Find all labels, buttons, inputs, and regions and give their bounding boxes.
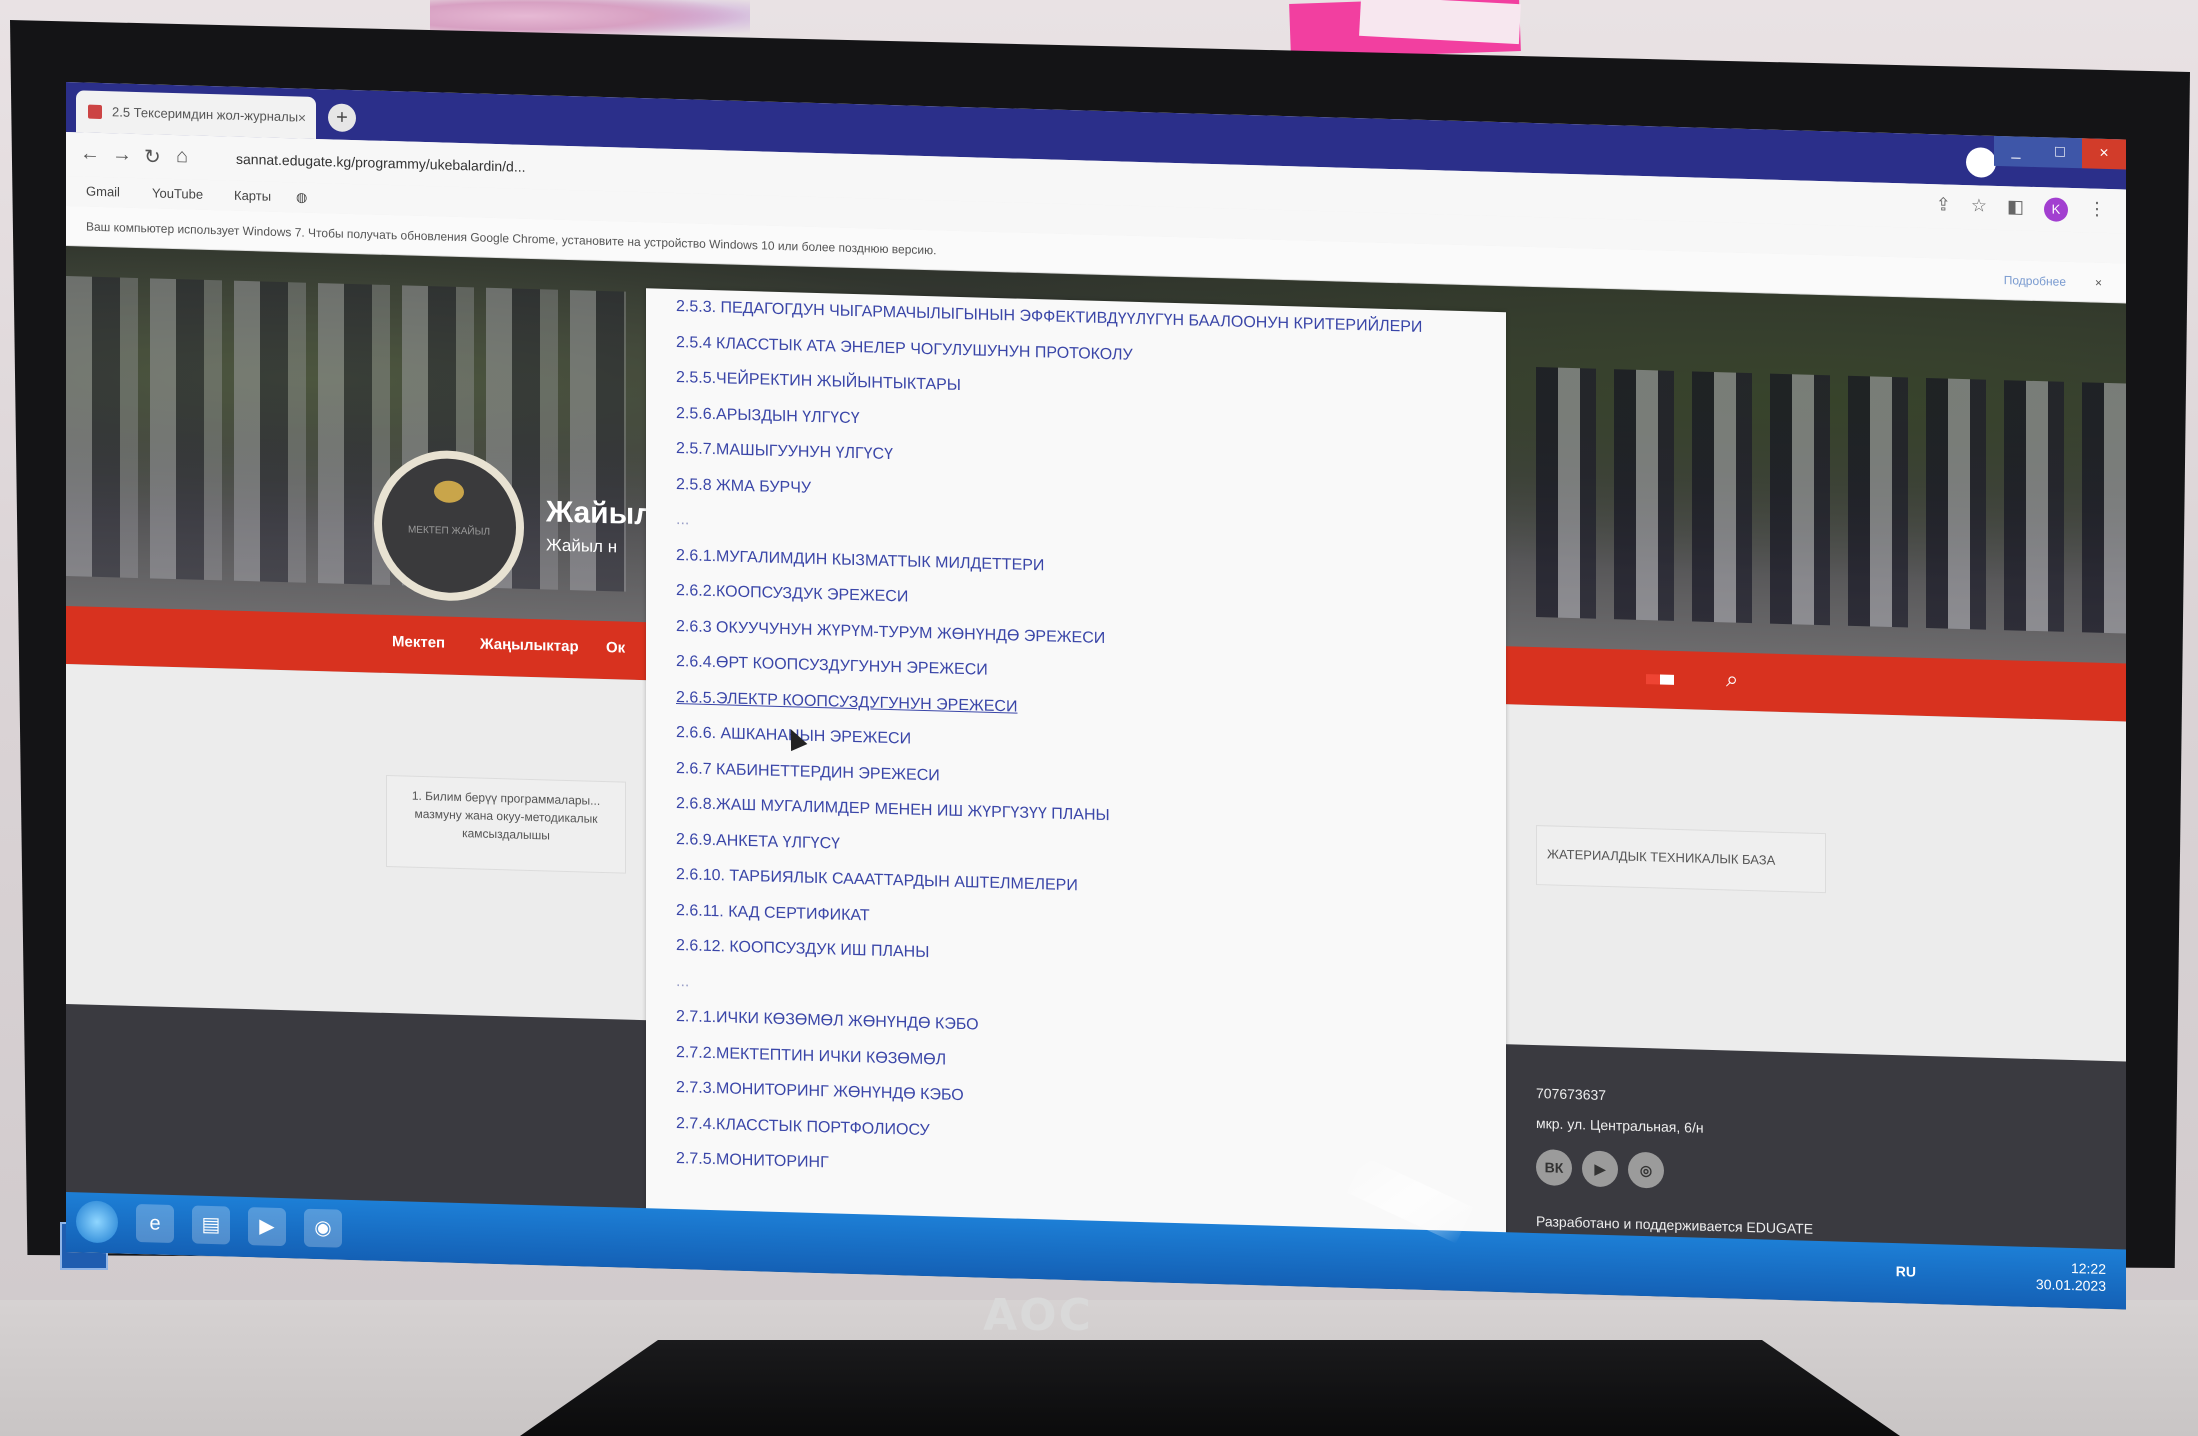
media-player-icon[interactable]: ▶	[248, 1207, 286, 1247]
new-tab-button[interactable]: +	[328, 103, 356, 133]
instagram-icon[interactable]: ◎	[1628, 1151, 1664, 1189]
bookmark-star-icon[interactable]: ☆	[1971, 195, 1987, 219]
infobar-more-link[interactable]: Подробнее	[2004, 260, 2066, 302]
tab-close-icon[interactable]: ×	[298, 96, 306, 138]
monitor-screen: 2.5 Тексеримдин жол-журналы × + _ □ × ← …	[66, 82, 2126, 1310]
toolbar-actions: ⇪ ☆ ◧ K ⋮	[1936, 194, 2106, 223]
youtube-icon[interactable]: ▶	[1582, 1150, 1618, 1188]
forward-arrow-icon[interactable]: →	[112, 143, 132, 167]
internet-explorer-icon[interactable]: e	[136, 1203, 174, 1244]
kebab-menu-icon[interactable]: ⋮	[2088, 198, 2106, 223]
bookmark-gmail[interactable]: Gmail	[86, 184, 120, 200]
maximize-button[interactable]: □	[2038, 137, 2082, 169]
school-subtitle: Жайыл н	[546, 535, 618, 557]
nav-item-school[interactable]: Мектеп	[392, 633, 445, 651]
nav-item-news[interactable]: Жаңылыктар	[480, 636, 579, 656]
monitor-stand	[520, 1340, 1900, 1436]
bookmark-youtube[interactable]: YouTube	[152, 185, 203, 201]
back-arrow-icon[interactable]: ←	[80, 142, 100, 166]
vk-icon[interactable]: ВК	[1536, 1149, 1572, 1187]
search-icon[interactable]: ⌕	[1726, 666, 1738, 692]
home-icon[interactable]: ⌂	[176, 145, 188, 168]
share-icon[interactable]: ⇪	[1936, 194, 1951, 218]
infobar-close-icon[interactable]: ×	[2095, 263, 2102, 303]
tab-search-icon[interactable]	[1966, 147, 1996, 178]
logo-text: МЕКТЕП ЖАЙЫЛ	[407, 524, 491, 538]
system-clock[interactable]: 12:22 30.01.2023	[2036, 1259, 2106, 1295]
footer-address: мкр. ул. Центральная, 6/н	[1536, 1115, 1704, 1136]
clock-date: 30.01.2023	[2035, 1276, 2106, 1294]
bookmark-maps[interactable]: Карты	[234, 188, 271, 204]
profile-avatar[interactable]: K	[2044, 197, 2068, 222]
language-flag-icon[interactable]	[1646, 674, 1674, 685]
minimize-button[interactable]: _	[1994, 135, 2038, 168]
side-panel-icon[interactable]: ◧	[2007, 196, 2024, 220]
school-title: Жайыл	[546, 495, 654, 532]
close-window-button[interactable]: ×	[2082, 138, 2126, 170]
file-explorer-icon[interactable]: ▤	[192, 1205, 230, 1245]
reload-icon[interactable]: ↻	[144, 144, 161, 169]
start-button[interactable]	[76, 1200, 118, 1244]
submenu-dropdown: 2.5.3. ПЕДАГОГДУН ЧЫГАРМАЧЫЛЫГЫНЫН ЭФФЕК…	[646, 288, 1506, 1273]
browser-tab[interactable]: 2.5 Тексеримдин жол-журналы ×	[76, 90, 316, 139]
favicon-icon	[88, 104, 102, 120]
nav-item-education[interactable]: Ок	[606, 639, 625, 657]
material-base-card[interactable]: ЖАТЕРИАЛДЫК ТЕХНИКАЛЫК БАЗА	[1536, 825, 1826, 894]
chrome-icon[interactable]: ◉	[304, 1208, 342, 1248]
footer-phone: 707673637	[1536, 1085, 1607, 1104]
logo-emblem-icon	[434, 480, 464, 504]
clock-time: 12:22	[2070, 1260, 2106, 1277]
window-controls: _ □ ×	[1994, 135, 2126, 170]
tab-title: 2.5 Тексеримдин жол-журналы	[112, 104, 299, 125]
school-website: МЕКТЕП ЖАЙЫЛ Жайыл Жайыл н Мектеп Жаңылы…	[66, 246, 2126, 1310]
monitor-brand: AOC	[983, 1290, 1093, 1341]
globe-icon[interactable]: ◍	[296, 189, 307, 205]
language-indicator[interactable]: RU	[1896, 1263, 1916, 1280]
program-card[interactable]: 1. Билим берүү программалары... мазмуну …	[386, 774, 626, 874]
